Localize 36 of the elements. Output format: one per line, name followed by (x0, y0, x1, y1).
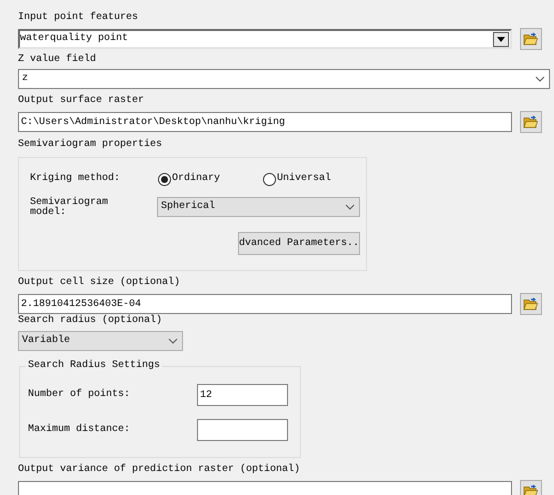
text-field[interactable] (197, 419, 288, 441)
field-label: Output cell size (optional) (18, 277, 182, 289)
chevron-icon (168, 338, 178, 344)
folder-icon (523, 31, 539, 47)
radio-button[interactable] (158, 172, 171, 186)
folder-icon (523, 296, 539, 312)
field-label: Output variance of prediction raster (optional) (18, 464, 302, 476)
field-label: Number of points: (28, 389, 132, 401)
text-field[interactable]: 2.18910412536403E-04 (18, 294, 512, 314)
field-label: Input point features (18, 12, 140, 24)
field-label: Output surface raster (18, 95, 146, 107)
browse-button[interactable] (520, 293, 542, 315)
browse-button[interactable] (520, 111, 542, 133)
dropdown-field[interactable]: waterquality point (18, 29, 512, 49)
field-label: Semivariogram properties (18, 139, 164, 151)
dropdown-field[interactable]: Variable (18, 331, 183, 351)
field-label: Search radius (optional) (18, 315, 164, 327)
dropdown-field[interactable]: z (18, 69, 550, 89)
group-title: Search Radius Settings (26, 360, 162, 372)
folder-icon (523, 483, 539, 495)
radio-button[interactable] (263, 172, 276, 186)
radio-label: Ordinary (172, 173, 220, 185)
browse-button[interactable] (520, 28, 542, 50)
text-field[interactable]: 12 (197, 384, 288, 406)
dropdown-field[interactable]: Spherical (157, 197, 360, 217)
radio-label: Universal (277, 173, 332, 185)
text-field[interactable] (18, 481, 512, 495)
field-label: Kriging method: (30, 173, 122, 185)
field-label: Semivariogram model: (30, 197, 110, 218)
advanced-parameters-button[interactable]: dvanced Parameters.. (238, 232, 360, 255)
text-field[interactable]: C:\Users\Administrator\Desktop\nanhu\kriging (18, 112, 512, 132)
field-label: Maximum distance: (28, 424, 132, 436)
chevron-icon (535, 76, 545, 82)
chevron-icon (345, 204, 355, 210)
folder-icon (523, 114, 539, 130)
field-label: Z value field (18, 54, 98, 66)
